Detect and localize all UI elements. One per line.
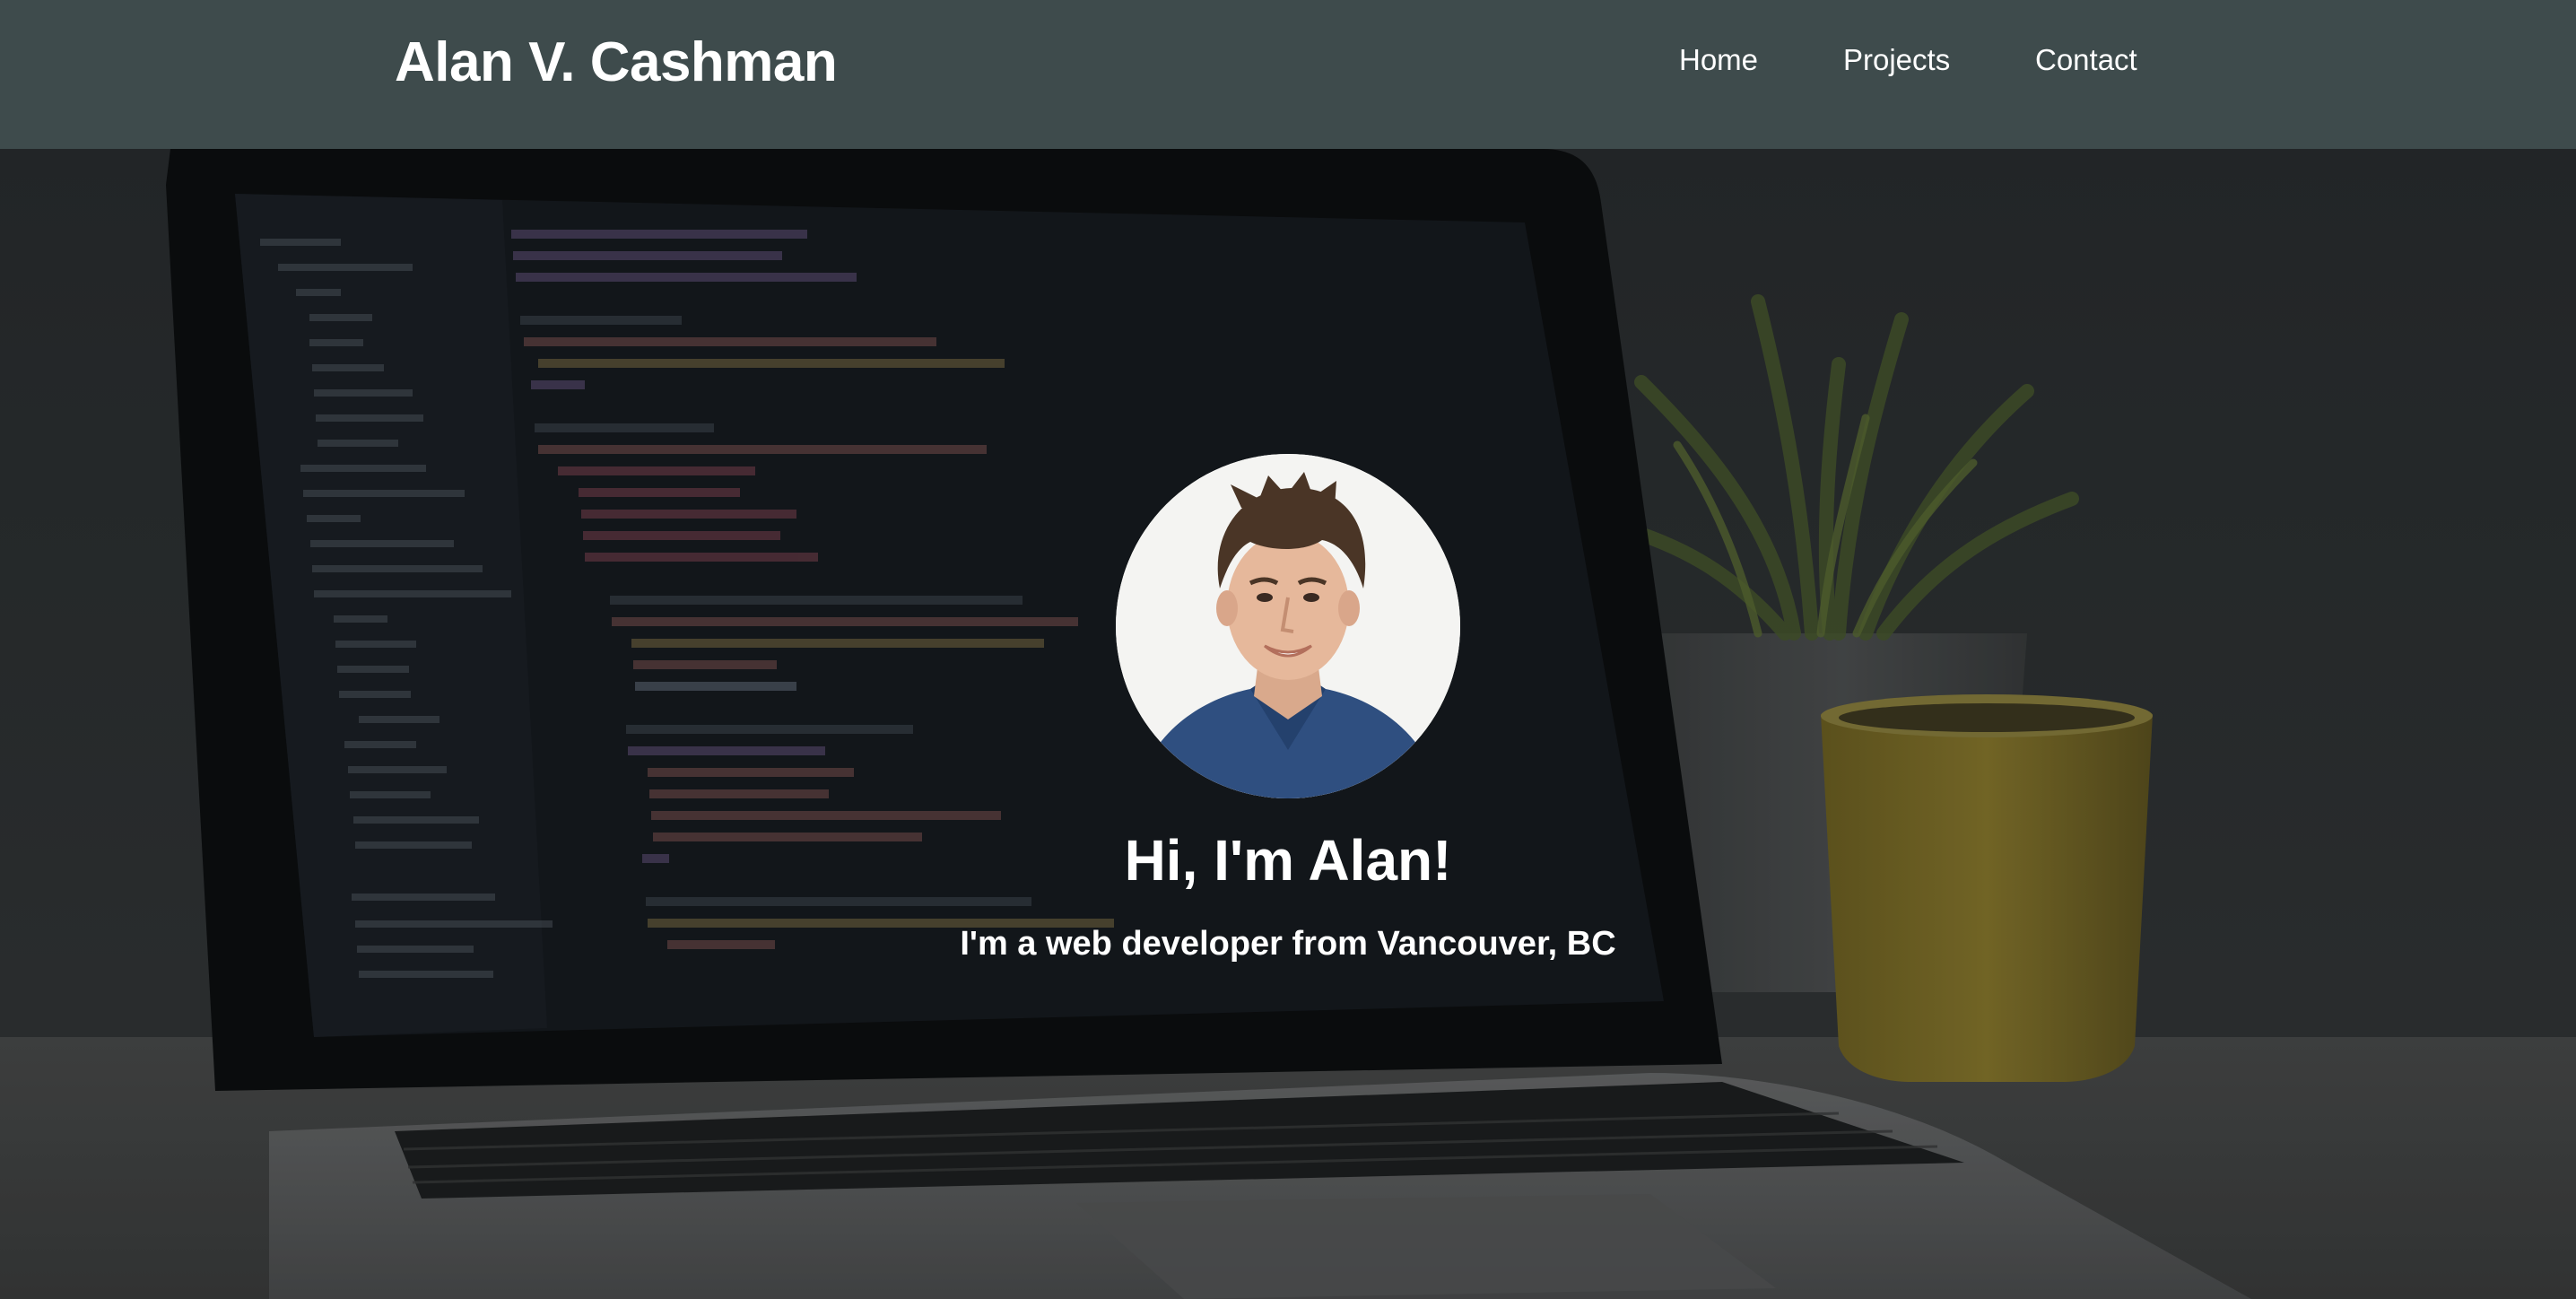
hero-title: Hi, I'm Alan! xyxy=(1124,828,1452,893)
nav-projects-link[interactable]: Projects xyxy=(1843,43,1950,77)
profile-photo-icon xyxy=(1116,454,1460,798)
site-header: Alan V. Cashman Home Projects Contact xyxy=(0,0,2576,149)
hero-section: Hi, I'm Alan! I'm a web developer from V… xyxy=(0,149,2576,1299)
site-brand[interactable]: Alan V. Cashman xyxy=(395,31,838,94)
nav-home-link[interactable]: Home xyxy=(1679,43,1758,77)
hero-subtitle: I'm a web developer from Vancouver, BC xyxy=(960,925,1616,963)
profile-avatar xyxy=(1116,454,1460,798)
nav-contact-link[interactable]: Contact xyxy=(2035,43,2137,77)
